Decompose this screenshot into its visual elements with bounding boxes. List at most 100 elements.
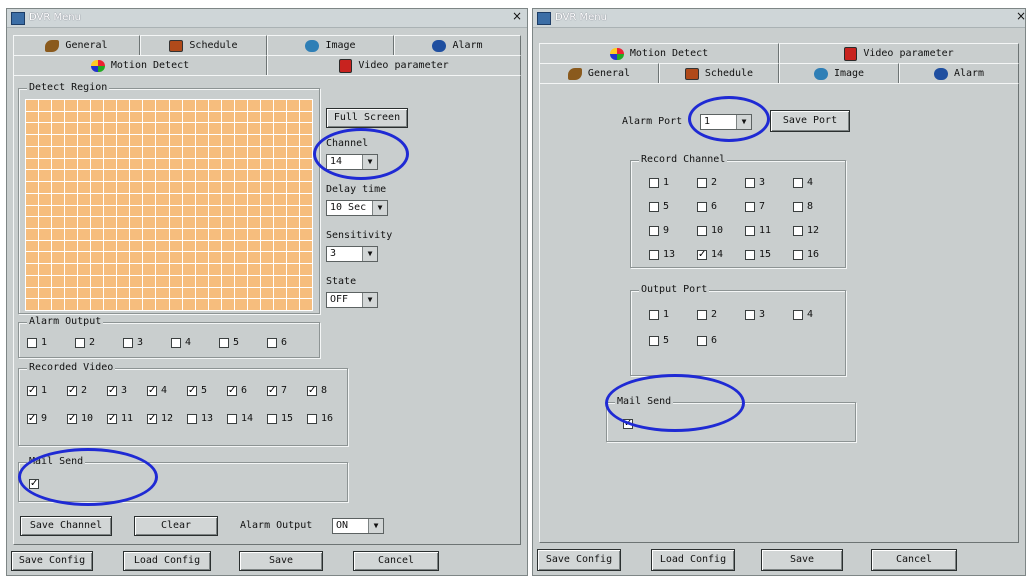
- detect-cell[interactable]: [299, 158, 312, 170]
- detect-cell[interactable]: [273, 182, 286, 193]
- detect-cell[interactable]: [221, 228, 234, 240]
- detect-cell[interactable]: [195, 146, 208, 158]
- cancel-button[interactable]: Cancel: [871, 549, 957, 571]
- detect-cell[interactable]: [130, 111, 143, 123]
- detect-cell[interactable]: [286, 182, 299, 193]
- detect-cell[interactable]: [117, 146, 130, 158]
- detect-cell[interactable]: [273, 240, 286, 252]
- detect-cell[interactable]: [143, 264, 156, 275]
- detect-cell[interactable]: [221, 135, 234, 146]
- detect-cell[interactable]: [130, 100, 143, 111]
- detect-cell[interactable]: [156, 228, 169, 240]
- detect-cell[interactable]: [221, 193, 234, 205]
- detect-cell[interactable]: [78, 252, 91, 264]
- detect-cell[interactable]: [143, 111, 156, 123]
- detect-cell[interactable]: [130, 240, 143, 252]
- detect-cell[interactable]: [156, 299, 169, 310]
- detect-cell[interactable]: [52, 100, 65, 111]
- checkbox-box[interactable]: [697, 309, 707, 320]
- detect-cell[interactable]: [299, 240, 312, 252]
- detect-cell[interactable]: [195, 287, 208, 299]
- cancel-button[interactable]: Cancel: [353, 551, 439, 571]
- detect-cell[interactable]: [52, 287, 65, 299]
- checkbox-item[interactable]: ✓ 5: [187, 385, 207, 396]
- detect-cell[interactable]: [247, 111, 260, 123]
- detect-cell[interactable]: [39, 217, 52, 228]
- detect-cell[interactable]: [26, 228, 39, 240]
- detect-cell[interactable]: [91, 240, 104, 252]
- detect-cell[interactable]: [286, 240, 299, 252]
- detect-cell[interactable]: [221, 287, 234, 299]
- detect-cell[interactable]: [273, 299, 286, 310]
- detect-cell[interactable]: [286, 205, 299, 217]
- checkbox-box[interactable]: [793, 309, 803, 320]
- detect-cell[interactable]: [234, 205, 247, 217]
- save-button[interactable]: Save: [239, 551, 323, 571]
- checkbox-item[interactable]: ✓ 8: [307, 385, 327, 396]
- detect-cell[interactable]: [169, 205, 182, 217]
- detect-cell[interactable]: [195, 123, 208, 135]
- detect-cell[interactable]: [299, 170, 312, 182]
- left-close-icon[interactable]: ×: [510, 9, 524, 23]
- checkbox-box[interactable]: [187, 413, 197, 424]
- checkbox-box[interactable]: [123, 337, 133, 348]
- detect-cell[interactable]: [65, 182, 78, 193]
- detect-cell[interactable]: [26, 158, 39, 170]
- detect-cell[interactable]: [234, 240, 247, 252]
- detect-cell[interactable]: [182, 240, 195, 252]
- detect-cell[interactable]: [273, 158, 286, 170]
- detect-cell[interactable]: [78, 100, 91, 111]
- detect-cell[interactable]: [221, 100, 234, 111]
- detect-cell[interactable]: [26, 123, 39, 135]
- checkbox-item[interactable]: 3: [745, 309, 765, 320]
- detect-cell[interactable]: [65, 205, 78, 217]
- detect-cell[interactable]: [169, 275, 182, 287]
- checkbox-item[interactable]: 15: [267, 413, 293, 424]
- checkbox-box[interactable]: [745, 177, 755, 188]
- detect-cell[interactable]: [91, 252, 104, 264]
- detect-cell[interactable]: [156, 205, 169, 217]
- mail-send-checkbox[interactable]: ✓: [623, 419, 633, 429]
- checkbox-box[interactable]: [745, 201, 755, 212]
- detect-cell[interactable]: [260, 135, 273, 146]
- detect-cell[interactable]: [117, 217, 130, 228]
- detect-cell[interactable]: [65, 158, 78, 170]
- detect-cell[interactable]: [273, 123, 286, 135]
- detect-cell[interactable]: [195, 170, 208, 182]
- detect-cell[interactable]: [143, 146, 156, 158]
- detect-cell[interactable]: [143, 135, 156, 146]
- detect-cell[interactable]: [169, 135, 182, 146]
- checkbox-box[interactable]: ✓: [267, 385, 277, 396]
- checkbox-item[interactable]: 2: [75, 337, 95, 348]
- detect-cell[interactable]: [156, 240, 169, 252]
- alarm-output-select[interactable]: ON ▼: [332, 518, 384, 534]
- detect-cell[interactable]: [208, 146, 221, 158]
- checkbox-box[interactable]: [649, 225, 659, 236]
- detect-cell[interactable]: [91, 193, 104, 205]
- detect-cell[interactable]: [130, 205, 143, 217]
- detect-cell[interactable]: [104, 193, 117, 205]
- checkbox-item[interactable]: 5: [649, 201, 669, 212]
- checkbox-box[interactable]: [75, 337, 85, 348]
- detect-cell[interactable]: [286, 193, 299, 205]
- checkbox-item[interactable]: 4: [793, 177, 813, 188]
- delay-time-select[interactable]: 10 Sec ▼: [326, 200, 388, 216]
- detect-cell[interactable]: [260, 100, 273, 111]
- detect-cell[interactable]: [195, 228, 208, 240]
- detect-cell[interactable]: [286, 123, 299, 135]
- detect-cell[interactable]: [182, 217, 195, 228]
- detect-cell[interactable]: [78, 158, 91, 170]
- checkbox-box[interactable]: [267, 413, 277, 424]
- detect-cell[interactable]: [286, 217, 299, 228]
- checkbox-item[interactable]: 1: [649, 177, 669, 188]
- detect-cell[interactable]: [260, 252, 273, 264]
- detect-cell[interactable]: [78, 228, 91, 240]
- detect-cell[interactable]: [299, 193, 312, 205]
- detect-cell[interactable]: [78, 182, 91, 193]
- clear-button[interactable]: Clear: [134, 516, 218, 536]
- detect-cell[interactable]: [273, 111, 286, 123]
- detect-cell[interactable]: [156, 100, 169, 111]
- detect-cell[interactable]: [260, 146, 273, 158]
- detect-cell[interactable]: [286, 100, 299, 111]
- tab-general[interactable]: General: [13, 35, 140, 55]
